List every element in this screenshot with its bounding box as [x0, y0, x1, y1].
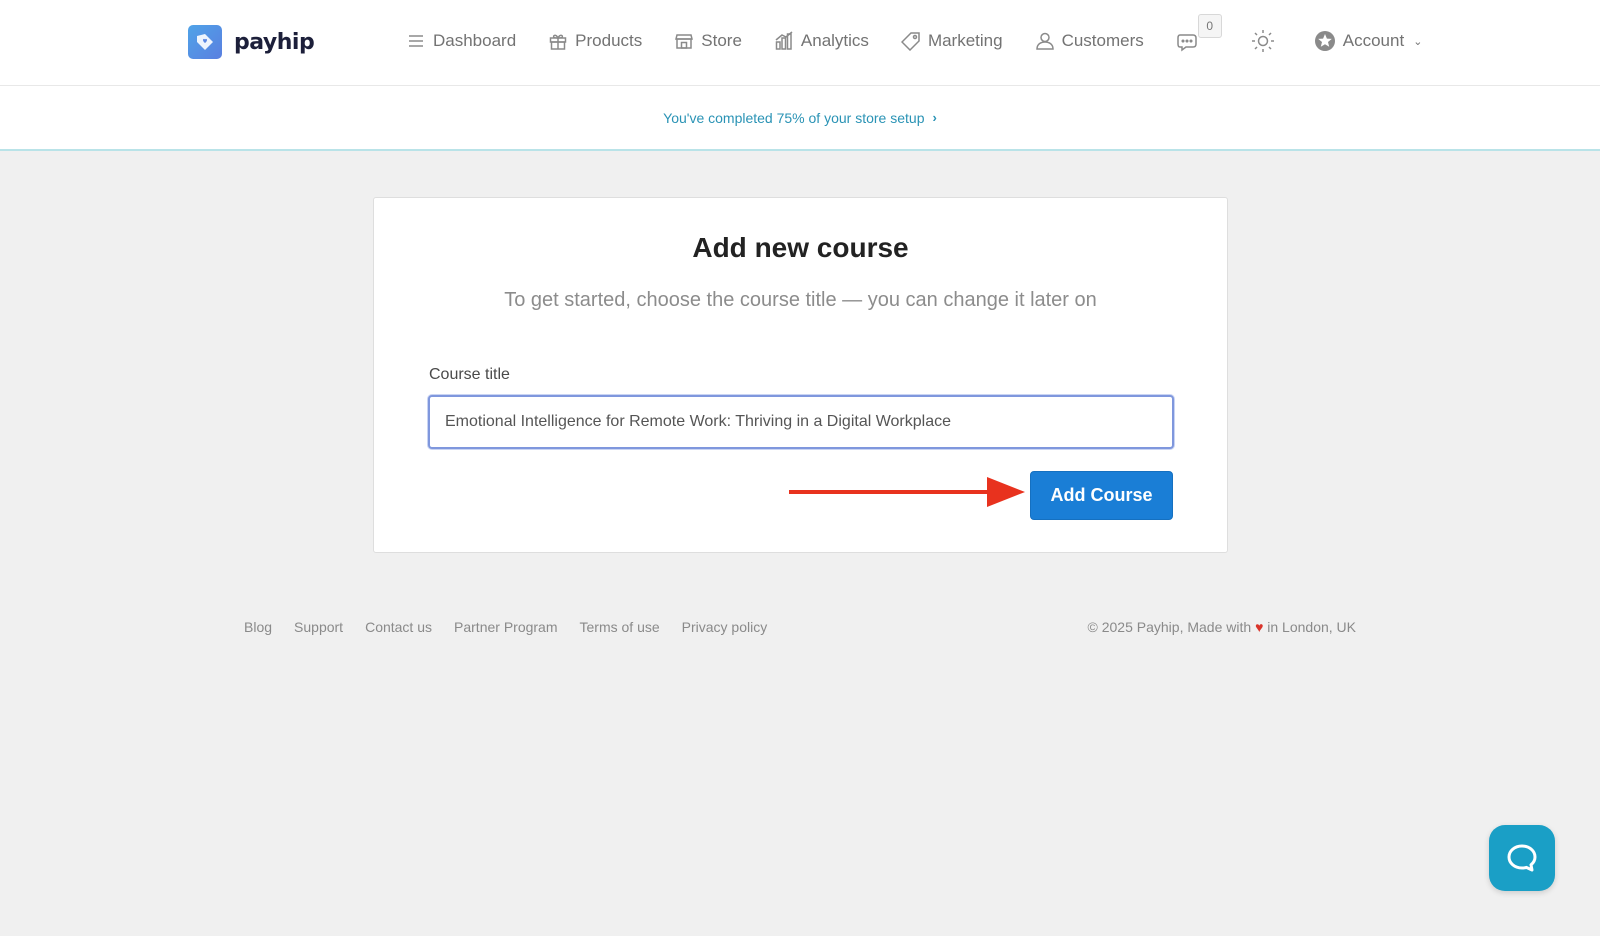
nav-account[interactable]: Account ⌄ — [1314, 30, 1423, 52]
page-title: Add new course — [692, 232, 909, 263]
storefront-icon — [675, 34, 694, 49]
nav-messages[interactable]: 0 — [1176, 14, 1222, 54]
messages-count-badge: 0 — [1197, 14, 1222, 38]
menu-lines-icon — [409, 35, 423, 47]
add-course-button[interactable]: Add Course — [1030, 471, 1173, 520]
heart-icon: ♥ — [1255, 619, 1264, 635]
chevron-down-icon: ⌄ — [1413, 35, 1423, 48]
nav-marketing-label: Marketing — [927, 31, 1003, 50]
chevron-right-icon: › — [932, 110, 937, 125]
footer-link-partner[interactable]: Partner Program — [454, 619, 557, 635]
payhip-logo[interactable]: payhip — [188, 24, 315, 60]
nav-products-label: Products — [575, 31, 643, 50]
setup-progress-banner: You've completed 75% of your store setup… — [0, 86, 1600, 151]
logo-tag-heart-icon — [188, 25, 222, 59]
nav-store[interactable]: Store — [674, 31, 742, 51]
top-header: payhip Dashboard Products Store Analytic… — [0, 0, 1600, 86]
nav-analytics[interactable]: Analytics — [774, 31, 869, 51]
bar-chart-icon — [775, 31, 793, 50]
setup-progress-link[interactable]: You've completed 75% of your store setup… — [663, 110, 937, 126]
nav-products[interactable]: Products — [548, 31, 642, 51]
help-chat-button[interactable] — [1489, 825, 1555, 891]
copyright-suffix: in London, UK — [1267, 619, 1356, 635]
sun-icon — [1251, 30, 1274, 52]
chat-bubble-icon — [1507, 844, 1537, 872]
course-title-label: Course title — [429, 366, 510, 383]
tag-icon — [900, 32, 920, 51]
nav-dashboard-label: Dashboard — [433, 31, 517, 50]
nav-analytics-label: Analytics — [800, 31, 869, 50]
page-subtitle: To get started, choose the course title … — [504, 289, 1097, 311]
footer-links: Blog Support Contact us Partner Program … — [244, 619, 767, 635]
copyright-prefix: © 2025 Payhip, Made with — [1087, 619, 1252, 635]
theme-toggle[interactable] — [1250, 28, 1276, 54]
annotation-arrow-icon — [789, 477, 1025, 507]
footer-link-privacy[interactable]: Privacy policy — [682, 619, 768, 635]
footer-copyright: © 2025 Payhip, Made with ♥ in London, UK — [1088, 619, 1356, 635]
nav-store-label: Store — [701, 31, 742, 50]
logo-wordmark: payhip — [234, 29, 315, 55]
add-course-card: Add new course To get started, choose th… — [373, 197, 1228, 553]
footer-link-terms[interactable]: Terms of use — [580, 619, 660, 635]
main-nav: Dashboard Products Store Analytics Marke… — [406, 14, 1454, 56]
footer-link-support[interactable]: Support — [294, 619, 343, 635]
course-title-input[interactable] — [428, 395, 1174, 449]
gift-icon — [549, 34, 567, 50]
nav-customers-label: Customers — [1061, 31, 1144, 50]
setup-progress-text: You've completed 75% of your store setup — [663, 109, 925, 126]
account-star-icon — [1314, 31, 1335, 51]
nav-marketing[interactable]: Marketing — [900, 31, 1003, 51]
footer-link-contact[interactable]: Contact us — [365, 619, 432, 635]
nav-dashboard[interactable]: Dashboard — [406, 31, 516, 51]
nav-customers[interactable]: Customers — [1035, 31, 1144, 51]
nav-account-label: Account — [1342, 31, 1405, 50]
footer-link-blog[interactable]: Blog — [244, 619, 272, 635]
user-icon — [1035, 32, 1054, 50]
